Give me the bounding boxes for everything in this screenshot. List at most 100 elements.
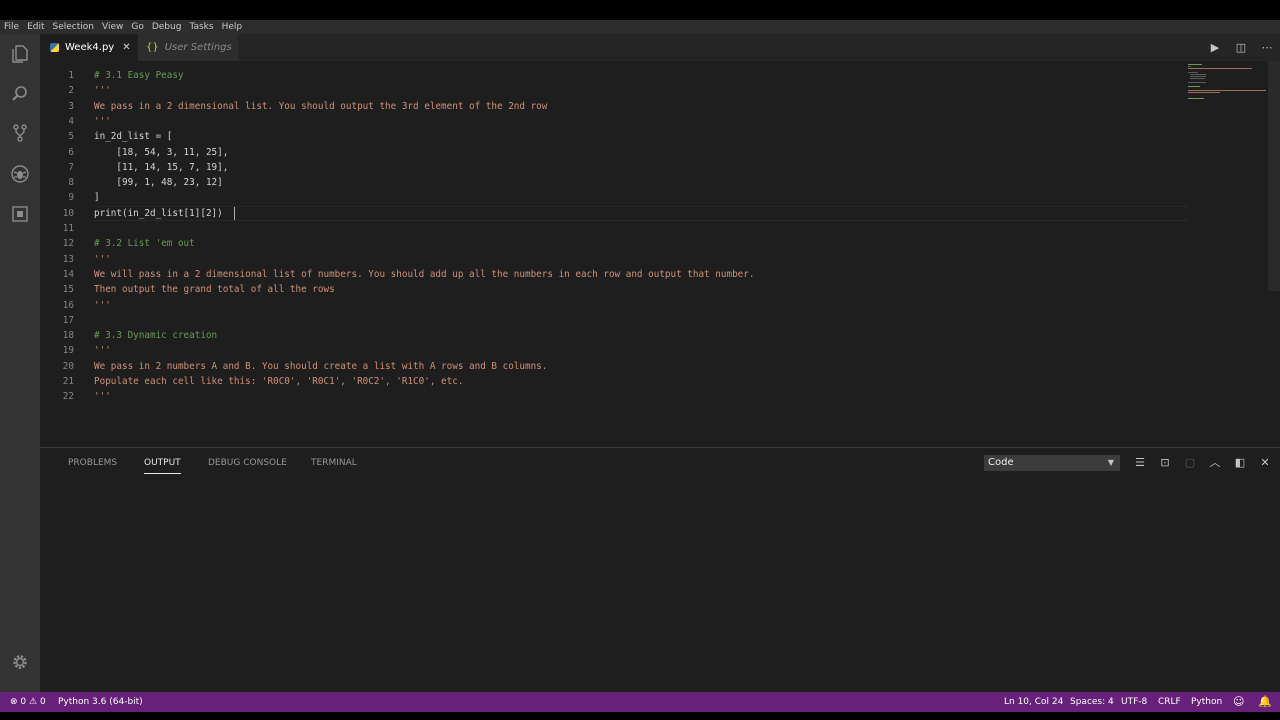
code-line[interactable]: 8 [99, 1, 48, 23, 12] [40, 175, 1190, 190]
editor-actions: ▶ ◫ ⋯ [1202, 34, 1280, 61]
split-editor-icon[interactable]: ◫ [1228, 41, 1254, 54]
gear-icon[interactable] [10, 652, 30, 672]
line-number: 19 [62, 345, 74, 357]
line-number: 17 [62, 314, 74, 326]
lock-scroll-icon[interactable]: ⊡ [1156, 454, 1174, 472]
menu-debug[interactable]: Debug [148, 20, 186, 34]
error-count: 0 [20, 697, 27, 707]
code-line[interactable]: 18 # 3.3 Dynamic creation [40, 328, 1190, 343]
line-number: 15 [62, 284, 74, 296]
code-text: Then output the grand total of all the r… [94, 284, 335, 296]
tab-label: User Settings [164, 42, 232, 53]
menu-selection[interactable]: Selection [49, 20, 98, 34]
code-text: # 3.1 Easy Peasy [94, 70, 184, 81]
close-panel-icon[interactable]: ✕ [1256, 454, 1274, 472]
text-cursor [234, 206, 236, 220]
tab-week4-py[interactable]: Week4.py ✕ [40, 34, 138, 61]
menu-file[interactable]: File [0, 20, 23, 34]
toggle-panel-position-icon[interactable]: ◧ [1231, 454, 1249, 472]
code-text: ''' [94, 85, 111, 97]
more-icon[interactable]: ⋯ [1254, 41, 1280, 54]
minimap[interactable] [1188, 61, 1268, 101]
code-text: # 3.2 List 'em out [94, 238, 195, 250]
close-icon[interactable]: ✕ [122, 42, 130, 53]
search-icon[interactable] [10, 84, 30, 104]
output-channel-value: Code [988, 457, 1014, 468]
extensions-icon[interactable] [10, 204, 30, 224]
warning-count: 0 [39, 697, 46, 707]
code-text: ''' [94, 253, 111, 265]
tab-problems[interactable]: PROBLEMS [68, 448, 117, 478]
tab-debug-console[interactable]: DEBUG CONSOLE [208, 448, 287, 478]
code-line[interactable]: 20 We pass in 2 numbers A and B. You shou… [40, 359, 1190, 374]
code-editor[interactable]: 1 # 3.1 Easy Peasy 2 ''' 3 We pass in a 2 dim… [40, 61, 1280, 447]
menu-go[interactable]: Go [127, 20, 147, 34]
code-line[interactable]: 17 [40, 313, 1190, 328]
debug-icon[interactable] [10, 164, 30, 184]
line-number: 14 [62, 268, 74, 280]
code-line[interactable]: 1 # 3.1 Easy Peasy [40, 68, 1190, 83]
code-line[interactable]: 2 ''' [40, 83, 1190, 98]
editor-scrollbar[interactable] [1268, 61, 1280, 291]
code-line[interactable]: 21 Populate each cell like this: 'R0C0', … [40, 374, 1190, 389]
menu-help[interactable]: Help [218, 20, 247, 34]
line-number: 21 [62, 376, 74, 387]
line-endings[interactable]: CRLF [1158, 692, 1181, 712]
cursor-position[interactable]: Ln 10, Col 24 [1004, 692, 1063, 712]
code-line[interactable]: 15 Then output the grand total of all the… [40, 282, 1190, 297]
code-text: ''' [94, 299, 111, 311]
play-icon[interactable]: ▶ [1202, 41, 1228, 54]
clear-output-icon[interactable]: ☰ [1131, 454, 1149, 472]
menu-edit[interactable]: Edit [23, 20, 48, 34]
menu-bar: File Edit Selection View Go Debug Tasks … [0, 20, 1280, 34]
language-mode[interactable]: Python [1191, 692, 1222, 712]
code-text: We pass in 2 numbers A and B. You should… [94, 360, 548, 372]
line-number: 7 [68, 161, 74, 173]
menu-view[interactable]: View [98, 20, 127, 34]
code-line[interactable]: 7 [11, 14, 15, 7, 19], [40, 160, 1190, 175]
tab-output[interactable]: OUTPUT [144, 448, 181, 478]
line-number: 22 [62, 391, 74, 403]
code-text: Populate each cell like this: 'R0C0', 'R… [94, 376, 464, 387]
code-text: # 3.3 Dynamic creation [94, 330, 218, 342]
code-line[interactable]: 6 [18, 54, 3, 11, 25], [40, 145, 1190, 160]
code-line[interactable]: 5 in_2d_list = [ [40, 129, 1190, 144]
code-text: We will pass in a 2 dimensional list of … [94, 268, 755, 280]
code-line[interactable]: 9] [40, 190, 1190, 205]
tab-user-settings[interactable]: {} User Settings [138, 34, 238, 61]
line-number: 13 [62, 253, 74, 265]
code-line[interactable]: 3 We pass in a 2 dimensional list. You sh… [40, 99, 1190, 114]
json-file-icon: {} [146, 42, 159, 53]
code-line[interactable]: 11 [40, 221, 1190, 236]
files-icon[interactable] [10, 44, 30, 64]
bottom-panel: PROBLEMS OUTPUT DEBUG CONSOLE TERMINAL C… [40, 447, 1280, 693]
code-line[interactable]: 14 We will pass in a 2 dimensional list o… [40, 267, 1190, 282]
code-line[interactable]: 12 # 3.2 List 'em out [40, 236, 1190, 251]
problems-indicator[interactable]: ⊗ 0 ⚠ 0 [10, 692, 46, 712]
error-icon: ⊗ [10, 697, 18, 707]
feedback-smiley-icon[interactable]: ☺ [1233, 692, 1244, 712]
indentation[interactable]: Spaces: 4 [1070, 692, 1114, 712]
code-text: in_2d_list = [ [94, 131, 173, 143]
python-interpreter[interactable]: Python 3.6 (64-bit) [58, 692, 143, 712]
code-line[interactable]: 13 ''' [40, 252, 1190, 267]
source-control-icon[interactable] [10, 123, 30, 143]
code-text: ''' [94, 391, 111, 403]
code-line[interactable]: 19 ''' [40, 343, 1190, 358]
output-channel-select[interactable]: Code ▼ [984, 455, 1120, 471]
vscode-window: File Edit Selection View Go Debug Tasks … [0, 20, 1280, 712]
notifications-icon[interactable]: 🔔 [1258, 692, 1272, 712]
code-line[interactable]: 4 ''' [40, 114, 1190, 129]
code-text: [11, 14, 15, 7, 19], [94, 161, 229, 173]
code-line[interactable]: 22 ''' [40, 389, 1190, 404]
tab-label: Week4.py [65, 42, 115, 53]
line-number: 12 [62, 238, 74, 250]
encoding[interactable]: UTF-8 [1121, 692, 1147, 712]
maximize-panel-icon[interactable]: ︿ [1206, 454, 1224, 472]
code-text: [99, 1, 48, 23, 12] [94, 177, 223, 189]
code-line[interactable]: 10 print(in_2d_list[1][2]) [40, 205, 1190, 221]
menu-tasks[interactable]: Tasks [185, 20, 217, 34]
code-line[interactable]: 16 ''' [40, 298, 1190, 313]
open-log-icon[interactable]: ▢ [1181, 454, 1199, 472]
tab-terminal[interactable]: TERMINAL [311, 448, 357, 478]
